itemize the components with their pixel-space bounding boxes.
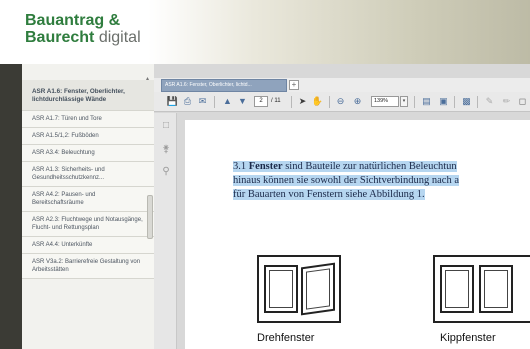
page-number-input[interactable]: 2 (254, 96, 268, 107)
toolbar-divider (414, 96, 415, 108)
sidebar-item-asr-a3-4[interactable]: ASR A3.4: Beleuchtung (22, 145, 154, 162)
paragraph-line-3: für Bauarten von Fenstern siehe Abbildun… (233, 188, 530, 202)
fit-width-icon[interactable]: ▣ (437, 95, 450, 108)
sidebar-item-asr-v3a-2[interactable]: ASR V3a.2: Barrierefreie Gestaltung von … (22, 254, 154, 279)
zoom-in-icon[interactable]: ⊕ (351, 95, 364, 108)
navigation-panel: □ ⚵ ⚲ (154, 113, 177, 349)
paragraph-line-1: 3.1 Fenster sind Bauteile zur natürliche… (233, 160, 530, 174)
window-pane-tilted (479, 265, 513, 313)
next-page-icon[interactable]: ▼ (236, 95, 249, 108)
share-icon[interactable]: ◻ (516, 95, 529, 108)
search-icon[interactable]: ⚲ (161, 167, 171, 177)
sidebar-top-spacer (22, 64, 154, 80)
term-fenster: Fenster (248, 161, 283, 172)
sidebar-scroll-up-icon[interactable]: ▴ (146, 75, 149, 82)
page-total-label: / 11 (271, 98, 281, 104)
print-icon[interactable]: ⎙ (181, 95, 194, 108)
document-sidebar: ASR A1.6: Fenster, Oberlichter, lichtdur… (22, 64, 154, 349)
pdf-toolbar: 💾 ⎙ ✉ ▲ ▼ 2 / 11 ➤ ✋ ⊖ ⊕ 139% ▾ ▤ ▣ ▩ ✎ … (154, 92, 530, 112)
figure-label-drehfenster: Drehfenster (257, 332, 315, 344)
zoom-dropdown-button[interactable]: ▾ (400, 96, 408, 107)
window-pane-open (301, 262, 335, 316)
toolbar-divider (291, 96, 292, 108)
line-2-text: hinaus können sie sowohl der Sichtverbin… (233, 175, 459, 186)
tab-document[interactable]: ASR A1.6: Fenster, Oberlichter, lichtd..… (161, 79, 287, 92)
window-pane-left (440, 265, 474, 313)
sidebar-item-asr-a1-6[interactable]: ASR A1.6: Fenster, Oberlichter, lichtdur… (22, 80, 154, 111)
sidebar-item-asr-a4-4[interactable]: ASR A4.4: Unterkünfte (22, 237, 154, 254)
zoom-level-input[interactable]: 139% (371, 96, 399, 107)
logo-light-word: digital (98, 29, 141, 46)
toolbar-divider (477, 96, 478, 108)
figure-kippfenster (433, 255, 530, 323)
select-tool-icon[interactable]: ➤ (296, 95, 309, 108)
sidebar-item-asr-a1-7[interactable]: ASR A1.7: Türen und Tore (22, 111, 154, 128)
figure-label-kippfenster: Kippfenster (440, 332, 496, 344)
figure-drehfenster (257, 255, 341, 323)
toolbar-divider (454, 96, 455, 108)
window-pane-left (264, 265, 298, 313)
logo-bold-word: Baurecht (25, 29, 95, 46)
document-page: 3.1 Fenster sind Bauteile zur natürliche… (185, 120, 530, 349)
logo[interactable]: Bauantrag & Baurecht digital (25, 12, 141, 46)
sidebar-item-asr-a1-3[interactable]: ASR A1.3: Sicherheits- und Gesundheitssc… (22, 162, 154, 187)
paragraph-line-2: hinaus können sie sowohl der Sichtverbin… (233, 174, 530, 188)
toolbar-divider (214, 96, 215, 108)
section-number: 3.1 (233, 161, 249, 172)
toolbar-divider (329, 96, 330, 108)
save-icon[interactable]: 💾 (166, 95, 179, 108)
hand-tool-icon[interactable]: ✋ (311, 95, 324, 108)
line-1-text: sind Bauteile zur natürlichen Beleuchtun (282, 161, 457, 172)
logo-title-line2: Baurecht digital (25, 29, 141, 46)
site-header: Bauantrag & Baurecht digital (0, 0, 530, 64)
sidebar-item-asr-a4-2[interactable]: ASR A4.2: Pausen- und Bereitschaftsräume (22, 187, 154, 212)
document-paragraph: 3.1 Fenster sind Bauteile zur natürliche… (233, 160, 530, 202)
logo-title-line1: Bauantrag & (25, 12, 121, 29)
pdf-viewer: ASR A1.6: Fenster, Oberlichter, lichtd..… (154, 64, 530, 349)
left-border-strip (0, 64, 22, 349)
tab-bar: ASR A1.6: Fenster, Oberlichter, lichtd..… (154, 78, 530, 92)
line-3-text: für Bauarten von Fenstern siehe Abbildun… (233, 189, 425, 200)
attachment-icon[interactable]: ⚵ (161, 145, 171, 155)
fit-page-icon[interactable]: ▤ (420, 95, 433, 108)
sidebar-item-asr-a2-3[interactable]: ASR A2.3: Fluchtwege und Notausgänge, Fl… (22, 212, 154, 237)
comment-icon[interactable]: ✎ (483, 95, 496, 108)
zoom-out-icon[interactable]: ⊖ (334, 95, 347, 108)
read-mode-icon[interactable]: ▩ (460, 95, 473, 108)
sidebar-item-asr-a1-5[interactable]: ASR A1.5/1,2: Fußböden (22, 128, 154, 145)
sidebar-scrollbar[interactable] (147, 195, 153, 239)
pages-panel-icon[interactable]: □ (161, 121, 171, 131)
new-tab-button[interactable]: + (289, 80, 299, 90)
sign-icon[interactable]: ✏ (500, 95, 513, 108)
email-icon[interactable]: ✉ (196, 95, 209, 108)
previous-page-icon[interactable]: ▲ (221, 95, 234, 108)
